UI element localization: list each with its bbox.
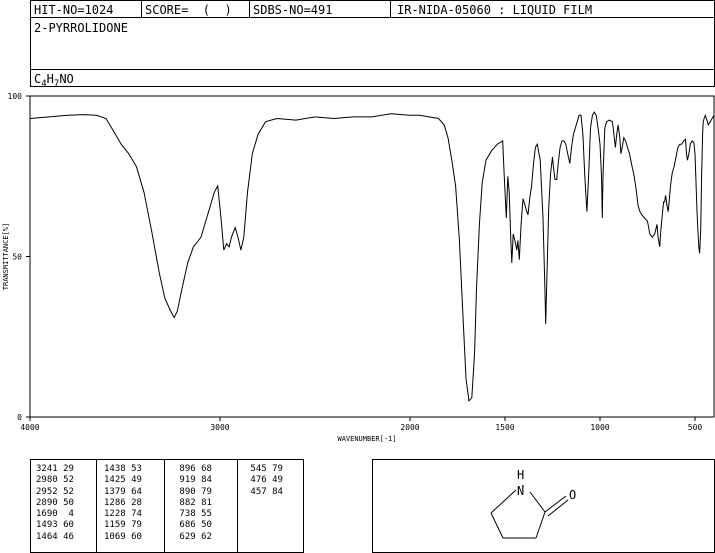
peak-entry: 457 84 (245, 486, 283, 497)
peak-table-column: 1438 53 1425 49 1379 64 1286 28 1228 74 1159 … (104, 464, 142, 543)
x-tick-label: 1500 (495, 423, 514, 432)
peak-entry: 2980 52 (36, 475, 74, 486)
peak-entry: 1438 53 (104, 464, 142, 474)
atom-n-label: N (517, 484, 524, 498)
plot-frame (29, 95, 715, 418)
x-tick-label: 2000 (400, 423, 419, 432)
peak-table: 3241 29 2980 52 2952 52 2890 50 1690 4 1493 6… (30, 459, 304, 553)
ir-spectrum-chart: 4000 3000 2000 1500 1000 500 0 50 100 WAVENUMBER[… (2, 92, 715, 443)
peak-table-column: 545 79 476 49 457 84 (245, 464, 283, 498)
x-tick-label: 1000 (590, 423, 609, 432)
peak-entry: 1464 46 (36, 531, 74, 542)
peak-entry: 3241 29 (36, 464, 74, 474)
peak-entry: 545 79 (245, 464, 283, 474)
atom-o-label: O (569, 488, 576, 502)
peak-entry: 890 79 (174, 486, 212, 497)
peak-entry: 629 62 (174, 531, 212, 542)
peak-entry: 2952 52 (36, 486, 74, 497)
peak-entry: 1159 79 (104, 520, 142, 531)
table-divider-3 (237, 460, 238, 552)
peak-entry: 738 55 (174, 509, 212, 520)
y-tick-label: 100 (8, 92, 23, 101)
molecule-structure: H N O (490, 468, 576, 539)
peak-entry: 1690 4 (36, 509, 74, 520)
y-tick-label: 0 (17, 413, 22, 422)
transmittance-line (29, 111, 715, 403)
peak-entry: 896 68 (174, 464, 212, 474)
peak-entry: 1069 60 (104, 531, 142, 542)
x-tick-label: 3000 (210, 423, 229, 432)
atom-h-label: H (517, 468, 524, 482)
peak-entry: 686 50 (174, 520, 212, 531)
x-tick-label: 4000 (20, 423, 39, 432)
peak-entry: 2890 50 (36, 497, 74, 508)
table-divider-1 (96, 460, 97, 552)
peak-entry: 1286 28 (104, 497, 142, 508)
peak-entry: 1493 60 (36, 520, 74, 531)
peak-entry: 476 49 (245, 475, 283, 486)
peak-table-column: 3241 29 2980 52 2952 52 2890 50 1690 4 1493 6… (36, 464, 74, 543)
y-axis-label: TRANSMITTANCE[%] (2, 223, 10, 290)
peak-entry: 919 84 (174, 475, 212, 486)
peak-table-body: 3241 29 2980 52 2952 52 2890 50 1690 4 1493 6… (36, 464, 306, 548)
peak-entry: 1379 64 (104, 486, 142, 497)
x-tick-label: 500 (688, 423, 703, 432)
peak-entry: 1425 49 (104, 475, 142, 486)
peak-entry: 882 81 (174, 497, 212, 508)
peak-table-column: 896 68 919 84 890 79 882 81 738 55 686 5… (174, 464, 212, 543)
x-axis-label: WAVENUMBER[-1] (337, 435, 396, 443)
table-divider-2 (164, 460, 165, 552)
peak-entry: 1228 74 (104, 509, 142, 520)
structure-box: H N O (372, 459, 715, 553)
y-tick-label: 50 (12, 253, 22, 262)
